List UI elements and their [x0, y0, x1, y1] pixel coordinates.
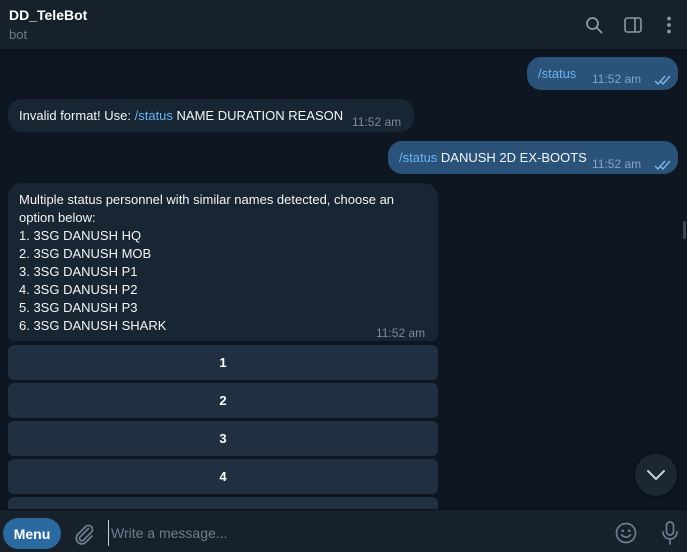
- message-time: 11:52 am: [376, 326, 426, 340]
- inline-button-partial[interactable]: [8, 497, 438, 509]
- inline-button-2[interactable]: 2: [8, 383, 438, 418]
- scroll-to-bottom-button[interactable]: [635, 454, 677, 496]
- message-line: 5. 3SG DANUSH P3: [19, 300, 138, 315]
- bot-menu-button[interactable]: Menu: [3, 518, 61, 549]
- emoji-icon[interactable]: [614, 521, 638, 545]
- message-time: 11:52 am: [352, 115, 402, 129]
- header-actions: [565, 0, 687, 50]
- message-text: Multiple status personnel with similar n…: [19, 191, 394, 335]
- message-text-prefix: Invalid format! Use:: [19, 108, 135, 123]
- message-time: 11:52 am: [592, 72, 642, 86]
- command-link[interactable]: /status: [399, 150, 437, 165]
- message-text-rest: DANUSH 2D EX-BOOTS: [437, 150, 587, 165]
- command-link[interactable]: /status: [135, 108, 173, 123]
- inline-button-1[interactable]: 1: [8, 345, 438, 380]
- message-line: 6. 3SG DANUSH SHARK: [19, 318, 167, 333]
- message-composer: Menu: [0, 509, 687, 552]
- read-check-icon: [654, 72, 672, 90]
- chat-title: DD_TeleBot: [9, 6, 88, 23]
- message-text: Invalid format! Use: /status NAME DURATI…: [19, 107, 343, 125]
- scrollbar[interactable]: [683, 221, 686, 239]
- read-check-icon: [654, 157, 672, 175]
- message-time: 11:52 am: [592, 157, 642, 171]
- message-outgoing[interactable]: /status 11:52 am: [527, 57, 678, 90]
- chat-subtitle: bot: [9, 26, 28, 42]
- inline-button-4[interactable]: 4: [8, 459, 438, 494]
- message-incoming[interactable]: Invalid format! Use: /status NAME DURATI…: [8, 99, 414, 132]
- message-input[interactable]: [108, 520, 598, 546]
- paperclip-icon[interactable]: [72, 522, 96, 546]
- message-outgoing[interactable]: /status DANUSH 2D EX-BOOTS 11:52 am: [388, 141, 678, 174]
- message-line: 2. 3SG DANUSH MOB: [19, 246, 152, 261]
- sidebar-toggle-icon[interactable]: [623, 15, 643, 35]
- chat-title-block[interactable]: DD_TeleBot bot: [0, 6, 87, 44]
- message-line: 4. 3SG DANUSH P2: [19, 282, 138, 297]
- message-line: 1. 3SG DANUSH HQ: [19, 228, 142, 243]
- microphone-icon[interactable]: [660, 520, 680, 546]
- message-text: /status DANUSH 2D EX-BOOTS: [399, 149, 587, 167]
- message-text-rest: NAME DURATION REASON: [172, 108, 344, 123]
- more-vertical-icon[interactable]: [659, 15, 679, 35]
- message-line: option below:: [19, 210, 96, 225]
- message-list[interactable]: /status 11:52 am Invalid format! Use: /s…: [0, 51, 687, 509]
- inline-button-3[interactable]: 3: [8, 421, 438, 456]
- command-link[interactable]: /status: [538, 65, 576, 83]
- message-line: 3. 3SG DANUSH P1: [19, 264, 138, 279]
- message-line: Multiple status personnel with similar n…: [19, 192, 395, 207]
- chat-header: DD_TeleBot bot: [0, 0, 687, 50]
- message-incoming[interactable]: Multiple status personnel with similar n…: [8, 183, 438, 341]
- chevron-down-icon: [647, 470, 665, 480]
- search-icon[interactable]: [584, 15, 604, 35]
